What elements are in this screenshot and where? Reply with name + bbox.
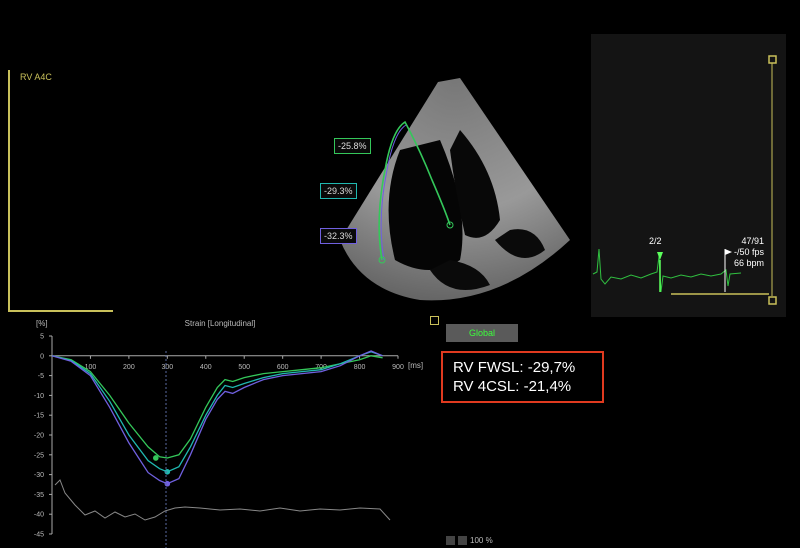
ecg-top-square xyxy=(768,55,777,64)
volume-curve xyxy=(54,479,391,521)
strain-curve-2 xyxy=(51,351,383,473)
view-label: RV A4C xyxy=(20,72,52,82)
strain-chart: Strain [Longitudinal] [%] [ms] 5 0 -5 -10 -1… xyxy=(34,319,423,548)
x-tick-label: 600 xyxy=(277,364,289,371)
ecg-frame-count: 47/91 xyxy=(741,236,764,246)
zoom-out-button[interactable] xyxy=(446,536,455,546)
segment-label-basal: -32.3% xyxy=(320,228,357,244)
x-tick-label: 900 xyxy=(392,364,404,371)
global-button[interactable]: Global xyxy=(446,324,518,342)
y-tick-label: -35 xyxy=(34,492,44,499)
x-tick-label: 500 xyxy=(238,364,250,371)
segment-label-apical: -25.8% xyxy=(334,138,371,154)
ecg-heart-rate: 66 bpm xyxy=(733,258,764,268)
ecg-fps: -/50 fps xyxy=(733,247,764,257)
chart-series-group xyxy=(51,350,383,487)
ecg-trace-svg xyxy=(592,55,777,305)
y-tick-label: -25 xyxy=(34,452,44,459)
peak-marker-1 xyxy=(153,455,159,461)
y-tick-label: -20 xyxy=(34,433,44,440)
marker-square xyxy=(430,316,439,325)
y-tick-label: 5 xyxy=(40,334,44,341)
zoom-level: 100 % xyxy=(470,536,493,545)
ecg-marker-label: 2/2 xyxy=(649,236,662,246)
rv-fwsl-value: RV FWSL: -29,7% xyxy=(453,359,576,376)
peak-marker-2 xyxy=(164,469,171,475)
x-tick-label: 300 xyxy=(161,364,173,371)
ecg-flag-icon xyxy=(725,249,732,255)
y-tick-label: 0 xyxy=(40,353,44,360)
ecg-bottom-square xyxy=(768,296,777,305)
echo-image xyxy=(340,78,570,301)
chart-title: Strain [Longitudinal] xyxy=(185,319,256,328)
results-box: RV FWSL: -29,7% RV 4CSL: -21,4% xyxy=(441,351,604,403)
frame-bottom-line xyxy=(8,310,113,312)
y-tick-label: -40 xyxy=(34,512,44,519)
zoom-in-button[interactable] xyxy=(458,536,467,546)
y-tick-label: -10 xyxy=(34,393,44,400)
x-tick-label: 400 xyxy=(200,364,212,371)
ecg-waveform xyxy=(592,248,742,293)
peak-marker-3 xyxy=(164,480,171,487)
strain-curve-3 xyxy=(51,350,383,485)
strain-curve-1 xyxy=(51,355,383,459)
zoom-controls: 100 % xyxy=(446,536,493,546)
rv-4csl-value: RV 4CSL: -21,4% xyxy=(453,378,572,395)
ecg-panel: 2/2 47/91 -/50 fps 66 bpm xyxy=(591,34,786,317)
x-tick-label: 200 xyxy=(123,364,135,371)
y-tick-label: -15 xyxy=(34,413,44,420)
y-tick-label: -30 xyxy=(34,472,44,479)
y-tick-label: -45 xyxy=(34,532,44,539)
x-tick-label: 800 xyxy=(354,364,366,371)
segment-label-mid: -29.3% xyxy=(320,183,357,199)
ecg-marker-icon xyxy=(657,252,663,260)
chart-xlabel: [ms] xyxy=(408,361,423,370)
frame-left-line xyxy=(8,70,10,312)
y-tick-label: -5 xyxy=(38,373,44,380)
chart-axes: 50-5-10-15-20-25-30-35-40-45100 200 300 400… xyxy=(34,334,404,539)
chart-ylabel: [%] xyxy=(36,319,48,328)
